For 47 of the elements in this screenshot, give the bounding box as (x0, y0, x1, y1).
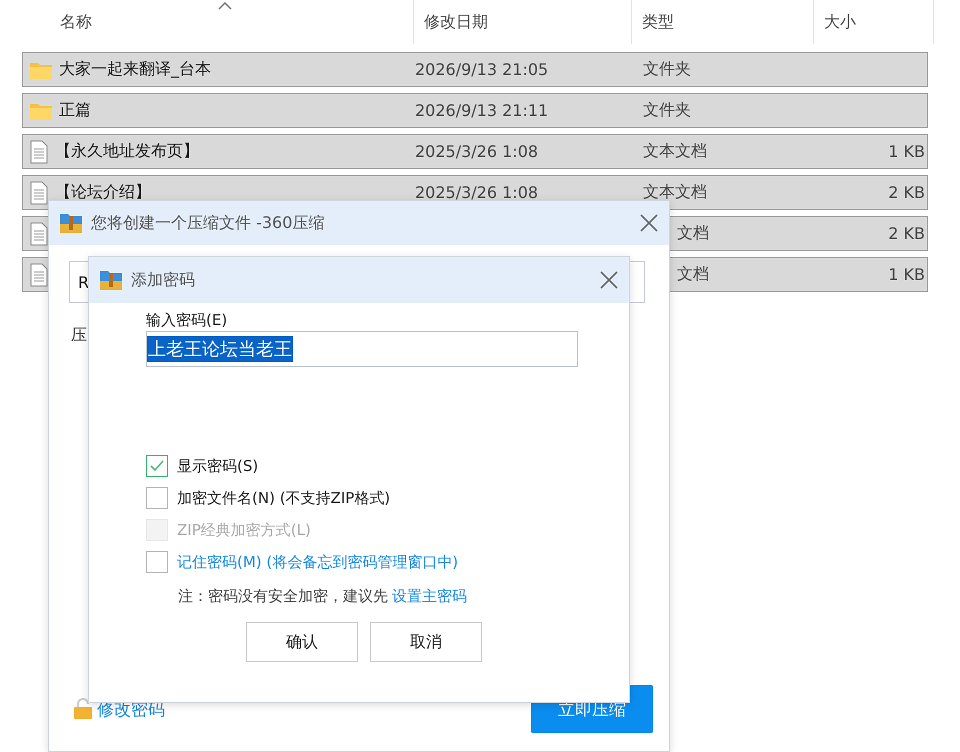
option-label[interactable]: 加密文件名(N) (不支持ZIP格式) (177, 488, 390, 508)
file-type: 文档 (677, 223, 709, 242)
file-size: 1 KB (887, 142, 926, 161)
document-icon (29, 140, 49, 164)
archive-icon (99, 269, 123, 291)
file-name: 【永久地址发布页】 (55, 141, 199, 162)
file-date: 2026/9/13 21:05 (415, 60, 548, 79)
file-date: 2025/3/26 1:08 (415, 142, 538, 161)
option-label[interactable]: 显示密码(S) (177, 456, 258, 476)
confirm-button[interactable]: 确认 (246, 622, 358, 662)
note-text: 注：密码没有安全加密，建议先 (178, 587, 388, 606)
file-type: 文件夹 (643, 59, 691, 78)
master-password-link[interactable]: 设置主密码 (392, 587, 467, 606)
file-row[interactable]: 大家一起来翻译_台本 2026/9/13 21:05 文件夹 (22, 52, 928, 87)
file-row[interactable]: 【永久地址发布页】 2025/3/26 1:08 文本文档 1 KB (22, 134, 928, 169)
lock-icon (73, 698, 93, 720)
password-field[interactable]: 上老王论坛当老王 (146, 331, 578, 367)
column-header[interactable]: 名称 (60, 12, 92, 32)
checkbox[interactable] (146, 455, 168, 477)
close-button[interactable] (639, 213, 659, 233)
dialog-title: 添加密码 (131, 270, 196, 290)
file-name: 【论坛介绍】 (55, 182, 151, 203)
field-label: 压 (71, 325, 87, 346)
column-header[interactable]: 大小 (824, 12, 856, 32)
dialog-title: 您将创建一个压缩文件 -360压缩 (91, 212, 326, 234)
field-label: 输入密码(E) (146, 311, 228, 330)
checkmark-icon (149, 459, 165, 473)
file-type: 文件夹 (643, 100, 691, 119)
file-date: 2026/9/13 21:11 (415, 101, 548, 120)
checkbox[interactable] (146, 487, 168, 509)
close-button[interactable] (599, 270, 619, 290)
file-type: 文本文档 (643, 141, 707, 160)
column-header[interactable]: 修改日期 (424, 12, 488, 32)
checkbox[interactable] (146, 551, 168, 573)
file-type: 文档 (677, 264, 709, 283)
file-name: 大家一起来翻译_台本 (59, 59, 211, 80)
file-name: 正篇 (59, 100, 91, 121)
file-row[interactable]: 正篇 2026/9/13 21:11 文件夹 (22, 93, 928, 128)
file-size: 2 KB (887, 183, 926, 202)
file-size: 2 KB (887, 224, 926, 243)
cancel-button[interactable]: 取消 (370, 622, 482, 662)
archive-icon (59, 212, 83, 234)
file-size: 1 KB (887, 265, 926, 284)
option-label[interactable]: 记住密码(M) (将会备忘到密码管理窗口中) (177, 552, 458, 572)
file-type: 文本文档 (643, 182, 707, 201)
column-header[interactable]: 类型 (642, 12, 674, 32)
file-date: 2025/3/26 1:08 (415, 183, 538, 202)
